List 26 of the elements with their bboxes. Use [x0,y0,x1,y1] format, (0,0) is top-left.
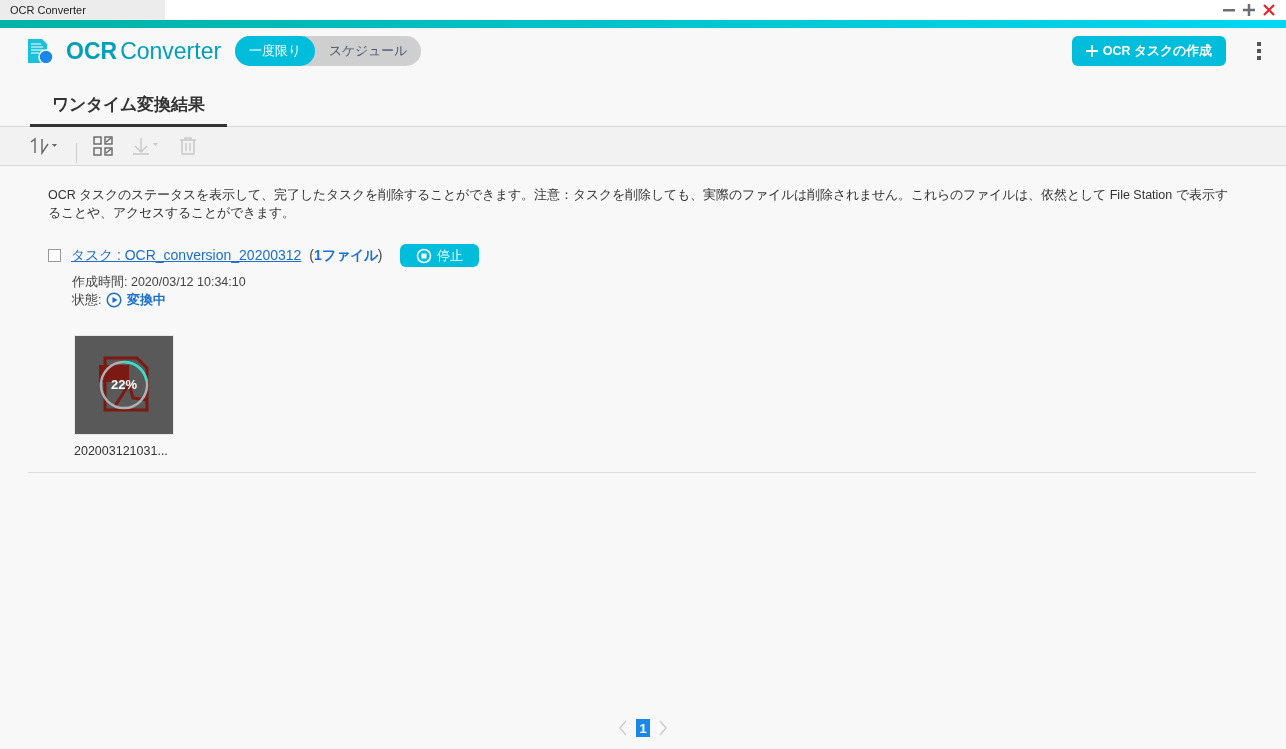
select-all-icon [93,136,113,156]
toolbar-button[interactable] [91,134,115,158]
file-thumbnail[interactable]: 22% [74,335,174,435]
more-menu-icon[interactable] [1256,41,1262,61]
file-count: (1ファイル) [309,246,383,265]
task-link[interactable]: タスク : OCR_conversion_20200312 [71,246,302,265]
created-time: 作成時間: 2020/03/12 10:34:10 [72,275,246,289]
app-title: OCRConverter [66,37,222,65]
maximize-icon[interactable] [1242,3,1256,17]
task-checkbox[interactable] [48,249,61,262]
play-icon [106,292,123,308]
description-text: OCR タスクのステータスを表示して、完了したタスクを削除することができます。注意：タスクを削除しても、実際のファイルは削除されません。これらのファイルは、依然として File Station で表示することや、アクセスすることができます。 [48,187,1229,222]
status-value: 変換中 [127,291,167,309]
plus-icon [1085,45,1098,57]
browser-tab[interactable]: OCR Converter [0,0,165,20]
mode-option[interactable]: スケジュール [315,36,422,66]
download-icon [131,137,161,155]
progress-percent: 22% [110,377,138,392]
close-icon[interactable] [1262,3,1276,17]
app-logo-icon [28,37,54,65]
status-label: 状態: [72,292,102,309]
sort-icon [28,137,60,155]
page-button[interactable]: 1 [636,719,650,737]
stop-icon [416,247,433,264]
file-name: 202003121031... [74,444,169,458]
delete-icon [179,137,197,155]
